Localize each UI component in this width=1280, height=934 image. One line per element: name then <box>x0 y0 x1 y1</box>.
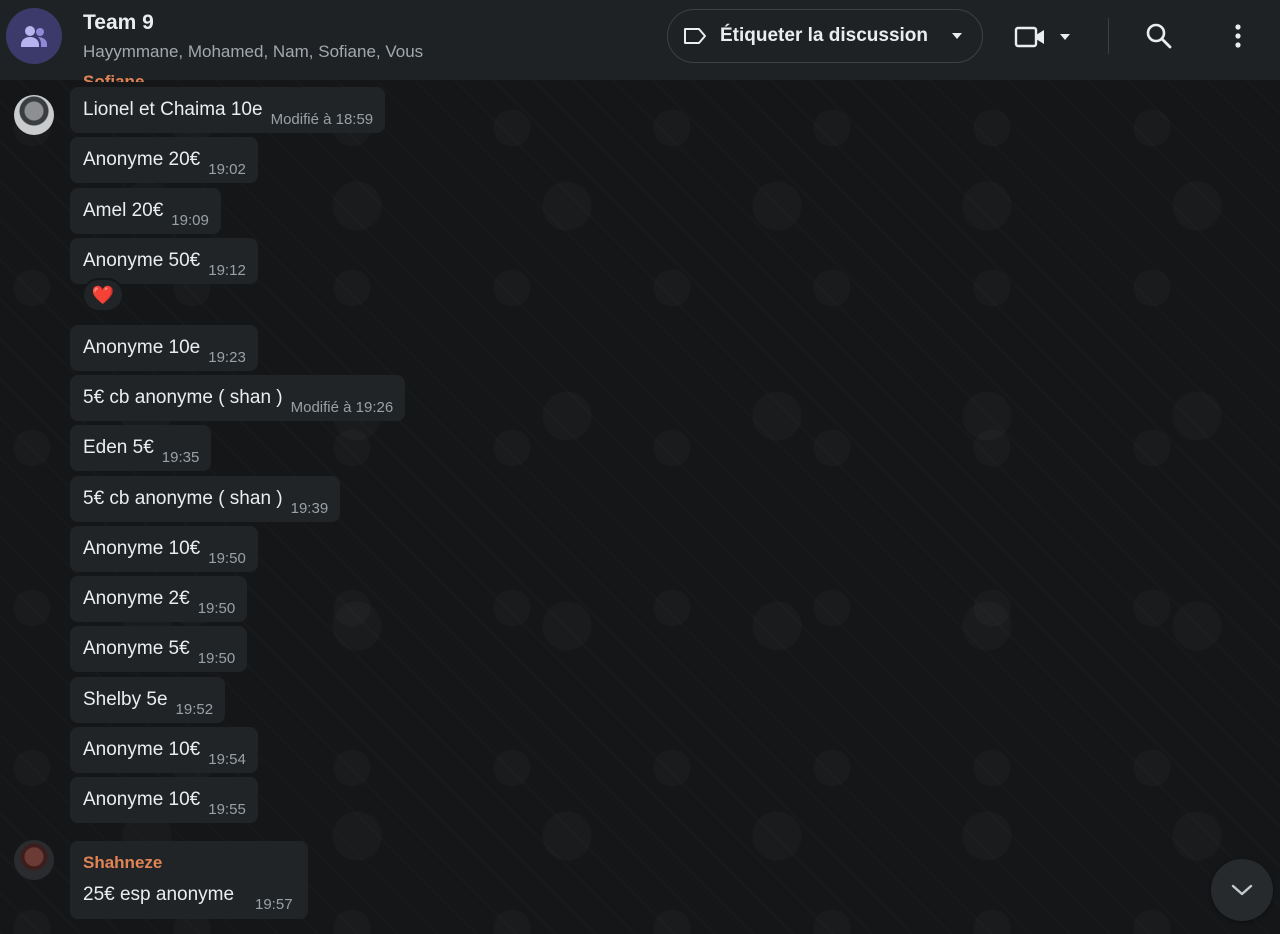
message-list[interactable]: Sofiane Lionel et Chaima 10e Modifié à 1… <box>0 72 1280 934</box>
avatar[interactable] <box>14 95 54 135</box>
message-bubble[interactable]: Shelby 5e 19:52 <box>70 677 226 723</box>
chat-title: Team 9 <box>83 11 154 34</box>
more-vertical-icon <box>1235 24 1241 48</box>
message-bubble[interactable]: Anonyme 10€ 19:54 <box>70 727 258 773</box>
message-bubble[interactable]: Eden 5€ 19:35 <box>70 425 212 471</box>
message-text: Lionel et Chaima 10e <box>83 99 263 120</box>
message-bubble[interactable]: 5€ cb anonyme ( shan ) Modifié à 19:26 <box>70 375 406 421</box>
message-text: Anonyme 10€ <box>83 789 201 810</box>
chevron-down-icon <box>952 33 962 39</box>
header-divider <box>1108 18 1109 54</box>
video-camera-icon <box>1014 26 1044 48</box>
search-icon <box>1146 23 1172 49</box>
message-text: 5€ cb anonyme ( shan ) <box>83 488 283 509</box>
sender-name[interactable]: Shahneze <box>83 853 162 873</box>
chevron-down-icon <box>1060 34 1070 40</box>
message-text: Anonyme 2€ <box>83 588 190 609</box>
group-icon <box>21 26 47 47</box>
message-bubble[interactable]: Anonyme 10€ 19:55 <box>70 777 258 823</box>
message-bubble[interactable]: Anonyme 10e 19:23 <box>70 325 258 371</box>
chevron-down-icon <box>1231 884 1253 896</box>
message-bubble[interactable]: Anonyme 5€ 19:50 <box>70 626 248 672</box>
message-time: 19:55 <box>208 800 246 818</box>
message-time: 19:23 <box>208 348 246 366</box>
label-chat-button[interactable]: Étiqueter la discussion <box>667 9 983 63</box>
message-bubble[interactable]: Lionel et Chaima 10e Modifié à 18:59 <box>70 87 386 133</box>
message-time: 19:12 <box>208 261 246 279</box>
message-bubble[interactable]: Amel 20€ 19:09 <box>70 188 221 234</box>
message-time: 19:35 <box>161 448 200 466</box>
message-text: Anonyme 10€ <box>83 739 201 760</box>
menu-button[interactable] <box>1228 22 1248 50</box>
label-tag-icon <box>684 28 706 44</box>
message-time: 19:52 <box>175 700 214 718</box>
message-time: Modifié à 19:26 <box>290 398 394 416</box>
message-time: 19:39 <box>290 499 329 517</box>
message-text: Anonyme 10e <box>83 337 201 358</box>
message-bubble[interactable]: 5€ cb anonyme ( shan ) 19:39 <box>70 476 341 522</box>
video-call-button[interactable] <box>1014 20 1074 54</box>
message-text: Anonyme 50€ <box>83 250 201 271</box>
message-text: Anonyme 10€ <box>83 538 201 559</box>
message-text: Shelby 5e <box>83 689 168 710</box>
message-text: Anonyme 5€ <box>83 638 190 659</box>
scroll-to-bottom-button[interactable] <box>1211 859 1273 921</box>
sender-name-partial: Sofiane <box>83 72 145 82</box>
message-time: 19:54 <box>208 750 246 768</box>
message-time: 19:50 <box>197 649 236 667</box>
message-text: 5€ cb anonyme ( shan ) <box>83 387 283 408</box>
message-bubble[interactable]: Shahneze 25€ esp anonyme 19:57 <box>70 841 308 919</box>
avatar[interactable] <box>14 840 54 880</box>
message-time: 19:57 <box>255 896 293 913</box>
heart-reaction[interactable]: ❤️ <box>82 278 124 312</box>
chat-title-block[interactable]: Team 9 Hayymmane, Mohamed, Nam, Sofiane,… <box>83 10 423 64</box>
message-time: 19:50 <box>208 549 246 567</box>
message-time: 19:02 <box>208 160 246 178</box>
message-bubble[interactable]: Anonyme 20€ 19:02 <box>70 137 258 183</box>
message-text: 25€ esp anonyme <box>83 884 235 905</box>
chat-header: Team 9 Hayymmane, Mohamed, Nam, Sofiane,… <box>0 0 1280 80</box>
message-bubble[interactable]: Anonyme 2€ 19:50 <box>70 576 248 622</box>
message-time: 19:50 <box>197 599 236 617</box>
chat-members: Hayymmane, Mohamed, Nam, Sofiane, Vous <box>83 42 424 61</box>
message-text: Anonyme 20€ <box>83 149 201 170</box>
search-button[interactable] <box>1145 22 1173 50</box>
group-avatar[interactable] <box>6 8 62 64</box>
message-text: Eden 5€ <box>83 437 154 458</box>
message-text: Amel 20€ <box>83 200 164 221</box>
message-time: Modifié à 18:59 <box>270 110 374 128</box>
label-chat-text: Étiqueter la discussion <box>720 25 928 46</box>
message-bubble[interactable]: Anonyme 10€ 19:50 <box>70 526 258 572</box>
message-time: 19:09 <box>171 211 209 229</box>
